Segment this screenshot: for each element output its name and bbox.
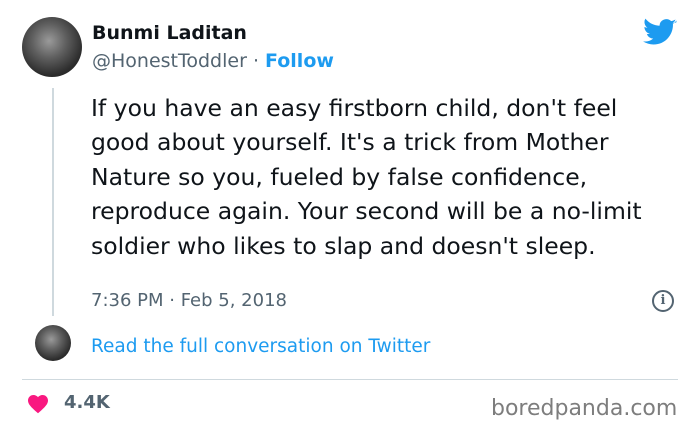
info-icon[interactable]: i — [652, 290, 674, 312]
tweet-timestamp[interactable]: 7:36 PM · Feb 5, 2018 — [91, 290, 287, 311]
thread-line — [52, 88, 54, 316]
heart-icon[interactable] — [26, 392, 50, 414]
divider — [22, 379, 678, 380]
twitter-bird-icon[interactable] — [643, 18, 677, 48]
tweet-text: If you have an easy firstborn child, don… — [91, 94, 642, 260]
watermark: boredpanda.com — [491, 396, 678, 421]
author-avatar[interactable] — [22, 17, 82, 77]
handle-separator: · — [246, 50, 266, 72]
like-count: 4.4K — [64, 392, 110, 413]
author-name[interactable]: Bunmi Laditan — [92, 22, 247, 44]
author-handle-row: @HonestToddler · Follow — [92, 50, 334, 72]
conversation-avatar — [35, 325, 71, 361]
follow-button[interactable]: Follow — [265, 50, 334, 72]
read-conversation-link[interactable]: Read the full conversation on Twitter — [91, 336, 430, 357]
author-handle[interactable]: @HonestToddler — [92, 50, 247, 72]
